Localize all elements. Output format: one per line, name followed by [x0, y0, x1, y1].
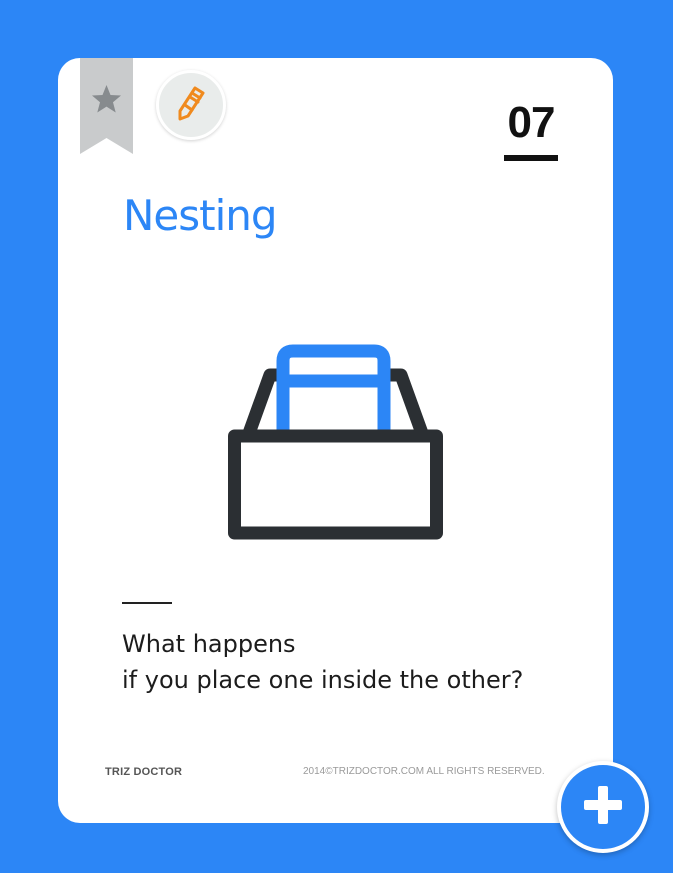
- edit-button[interactable]: [156, 70, 226, 140]
- card-title: Nesting: [123, 191, 278, 240]
- plus-icon: [584, 785, 622, 829]
- card: 07 Nesting What happens if you place one…: [58, 58, 613, 823]
- question-line: if you place one inside the other?: [122, 666, 524, 694]
- question-line: What happens: [122, 630, 296, 658]
- copyright-text: 2014©TRIZDOCTOR.COM ALL RIGHTS RESERVED.: [303, 766, 545, 777]
- card-number: 07: [507, 98, 556, 147]
- card-number-underline: [504, 155, 558, 161]
- app-screen: { "card": { "number": "07", "title": "Ne…: [0, 0, 673, 873]
- add-button[interactable]: [557, 761, 649, 853]
- nesting-box-icon: [228, 341, 443, 541]
- question-text: What happens if you place one inside the…: [122, 626, 523, 698]
- bookmark-star-icon[interactable]: [80, 58, 133, 154]
- pencil-icon: [173, 83, 209, 128]
- divider: [122, 602, 172, 604]
- brand-label: TRIZ DOCTOR: [105, 766, 183, 778]
